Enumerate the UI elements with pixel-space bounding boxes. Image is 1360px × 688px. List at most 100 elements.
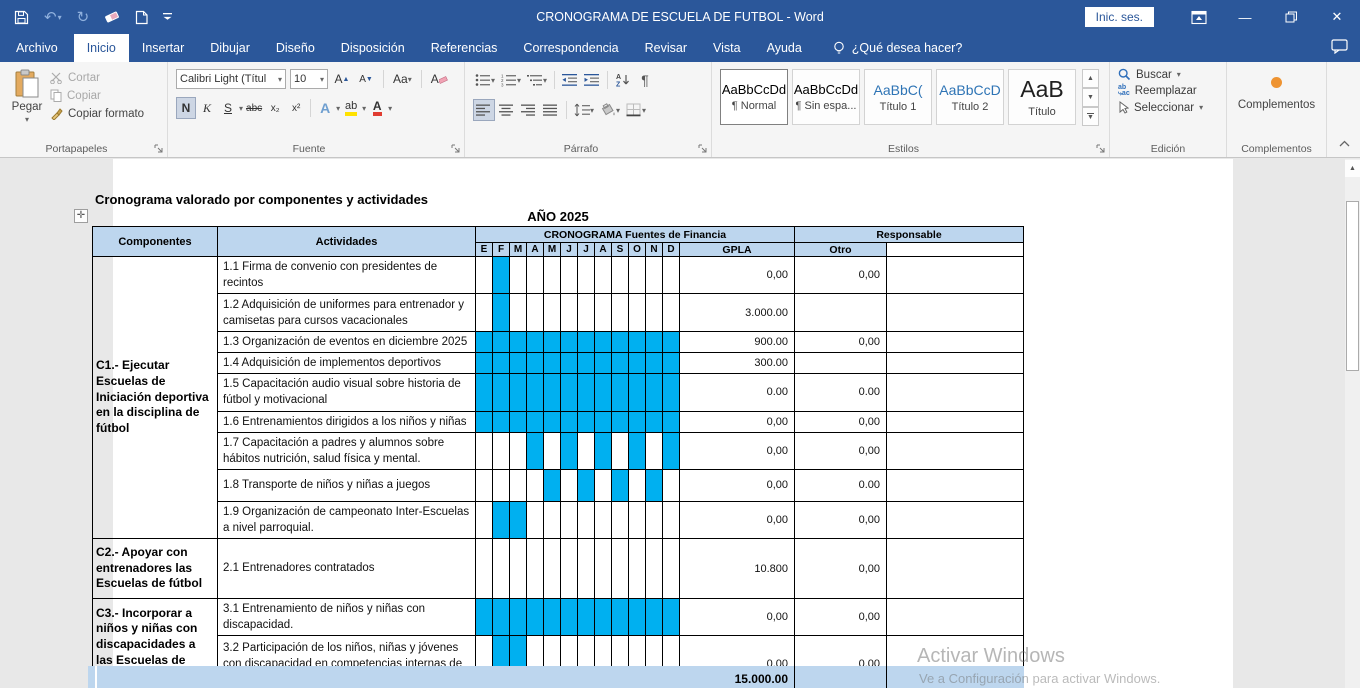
header-month-2[interactable]: F <box>493 243 510 257</box>
gantt-cell-month-3[interactable] <box>510 469 527 501</box>
align-left-button[interactable] <box>473 99 495 121</box>
gantt-cell-month-4[interactable] <box>527 294 544 332</box>
gantt-cell-month-5[interactable] <box>544 501 561 538</box>
gantt-cell-month-6[interactable] <box>561 469 578 501</box>
gantt-cell-month-4[interactable] <box>527 599 544 636</box>
gantt-cell-month-9[interactable] <box>612 469 629 501</box>
activity-cell[interactable]: 1.2 Adquisición de uniformes para entren… <box>218 294 476 332</box>
gantt-cell-month-8[interactable] <box>595 374 612 411</box>
gpla-value[interactable]: 0,00 <box>680 257 795 294</box>
gantt-cell-month-4[interactable] <box>527 432 544 469</box>
gantt-cell-month-2[interactable] <box>493 599 510 636</box>
tab-ayuda[interactable]: Ayuda <box>754 34 815 62</box>
paragraph-dialog-launcher-icon[interactable] <box>698 144 708 154</box>
style-card-sin-espa[interactable]: AaBbCcDd¶ Sin espa... <box>792 69 860 125</box>
activity-cell[interactable]: 1.5 Capacitación audio visual sobre hist… <box>218 374 476 411</box>
component-cell-c2[interactable]: C2.- Apoyar con entrenadores las Escuela… <box>93 539 218 599</box>
gantt-cell-month-3[interactable] <box>510 374 527 411</box>
responsable-cell[interactable] <box>887 539 1024 599</box>
tab-inicio[interactable]: Inicio <box>74 34 129 62</box>
gantt-cell-month-11[interactable] <box>646 332 663 353</box>
activity-cell[interactable]: 1.3 Organización de eventos en diciembre… <box>218 332 476 353</box>
font-size-combo[interactable]: 10▾ <box>290 69 328 89</box>
gantt-cell-month-5[interactable] <box>544 432 561 469</box>
gantt-cell-month-12[interactable] <box>663 353 680 374</box>
minimize-button[interactable]: — <box>1222 0 1268 34</box>
gantt-cell-month-3[interactable] <box>510 432 527 469</box>
change-case-button[interactable]: Aa▾ <box>391 68 414 90</box>
gantt-cell-month-11[interactable] <box>646 257 663 294</box>
gantt-cell-month-12[interactable] <box>663 374 680 411</box>
header-month-4[interactable]: A <box>527 243 544 257</box>
gantt-cell-month-2[interactable] <box>493 294 510 332</box>
gantt-cell-month-1[interactable] <box>476 432 493 469</box>
gantt-cell-month-12[interactable] <box>663 432 680 469</box>
gpla-value[interactable]: 300.00 <box>680 353 795 374</box>
otro-value[interactable]: 0,00 <box>795 332 887 353</box>
gantt-cell-month-6[interactable] <box>561 539 578 599</box>
gantt-cell-month-6[interactable] <box>561 257 578 294</box>
gantt-cell-month-8[interactable] <box>595 294 612 332</box>
gantt-cell-month-12[interactable] <box>663 469 680 501</box>
gantt-cell-month-4[interactable] <box>527 539 544 599</box>
gantt-cell-month-3[interactable] <box>510 257 527 294</box>
tab-diseno[interactable]: Diseño <box>263 34 328 62</box>
gantt-cell-month-11[interactable] <box>646 501 663 538</box>
sort-button[interactable]: AZ <box>613 69 633 91</box>
scrollbar-thumb[interactable] <box>1346 201 1359 371</box>
total-row-sliver[interactable] <box>88 666 97 688</box>
gantt-cell-month-4[interactable] <box>527 411 544 432</box>
gantt-cell-month-3[interactable] <box>510 353 527 374</box>
gantt-cell-month-9[interactable] <box>612 501 629 538</box>
grow-font-button[interactable]: A▲ <box>332 68 352 90</box>
gantt-cell-month-9[interactable] <box>612 539 629 599</box>
activity-cell[interactable]: 1.9 Organización de campeonato Inter-Esc… <box>218 501 476 538</box>
shading-button[interactable]: ▾ <box>598 99 622 121</box>
gantt-cell-month-9[interactable] <box>612 432 629 469</box>
gantt-cell-month-9[interactable] <box>612 599 629 636</box>
superscript-button[interactable]: x² <box>286 97 306 119</box>
gpla-value[interactable]: 3.000.00 <box>680 294 795 332</box>
activity-cell[interactable]: 1.6 Entrenamientos dirigidos a los niños… <box>218 411 476 432</box>
gantt-cell-month-8[interactable] <box>595 599 612 636</box>
clear-formatting-button[interactable]: A <box>429 68 450 90</box>
bullets-button[interactable]: ▾ <box>473 69 497 91</box>
header-month-11[interactable]: N <box>646 243 663 257</box>
gantt-cell-month-10[interactable] <box>629 599 646 636</box>
gantt-cell-month-7[interactable] <box>578 374 595 411</box>
activity-cell[interactable]: 2.1 Entrenadores contratados <box>218 539 476 599</box>
header-month-8[interactable]: A <box>595 243 612 257</box>
header-month-5[interactable]: M <box>544 243 561 257</box>
font-color-dropdown-icon[interactable]: ▾ <box>388 104 392 113</box>
otro-value[interactable]: 0,00 <box>795 599 887 636</box>
responsable-cell[interactable] <box>887 501 1024 538</box>
gantt-cell-month-6[interactable] <box>561 374 578 411</box>
gantt-cell-month-11[interactable] <box>646 353 663 374</box>
responsable-cell[interactable] <box>887 294 1024 332</box>
otro-value[interactable] <box>795 353 887 374</box>
gantt-cell-month-9[interactable] <box>612 374 629 411</box>
tab-correspondencia[interactable]: Correspondencia <box>510 34 631 62</box>
close-button[interactable]: ✕ <box>1314 0 1360 34</box>
gantt-cell-month-6[interactable] <box>561 432 578 469</box>
select-button[interactable]: Seleccionar▾ <box>1118 101 1222 114</box>
gantt-cell-month-2[interactable] <box>493 353 510 374</box>
gantt-cell-month-7[interactable] <box>578 332 595 353</box>
gantt-cell-month-5[interactable] <box>544 294 561 332</box>
style-card-titulo[interactable]: AaBTítulo <box>1008 69 1076 125</box>
table-move-handle-icon[interactable]: ✛ <box>74 209 88 223</box>
header-month-10[interactable]: O <box>629 243 646 257</box>
gantt-cell-month-3[interactable] <box>510 294 527 332</box>
ribbon-display-options-icon[interactable] <box>1176 0 1222 34</box>
gpla-value[interactable]: 0,00 <box>680 599 795 636</box>
decrease-indent-button[interactable] <box>560 69 580 91</box>
gantt-cell-month-5[interactable] <box>544 469 561 501</box>
gantt-cell-month-8[interactable] <box>595 332 612 353</box>
align-center-button[interactable] <box>497 99 517 121</box>
feedback-icon[interactable] <box>1331 39 1348 57</box>
gantt-cell-month-6[interactable] <box>561 411 578 432</box>
gantt-cell-month-9[interactable] <box>612 332 629 353</box>
gantt-cell-month-5[interactable] <box>544 539 561 599</box>
gpla-value[interactable]: 0,00 <box>680 432 795 469</box>
gantt-cell-month-8[interactable] <box>595 432 612 469</box>
